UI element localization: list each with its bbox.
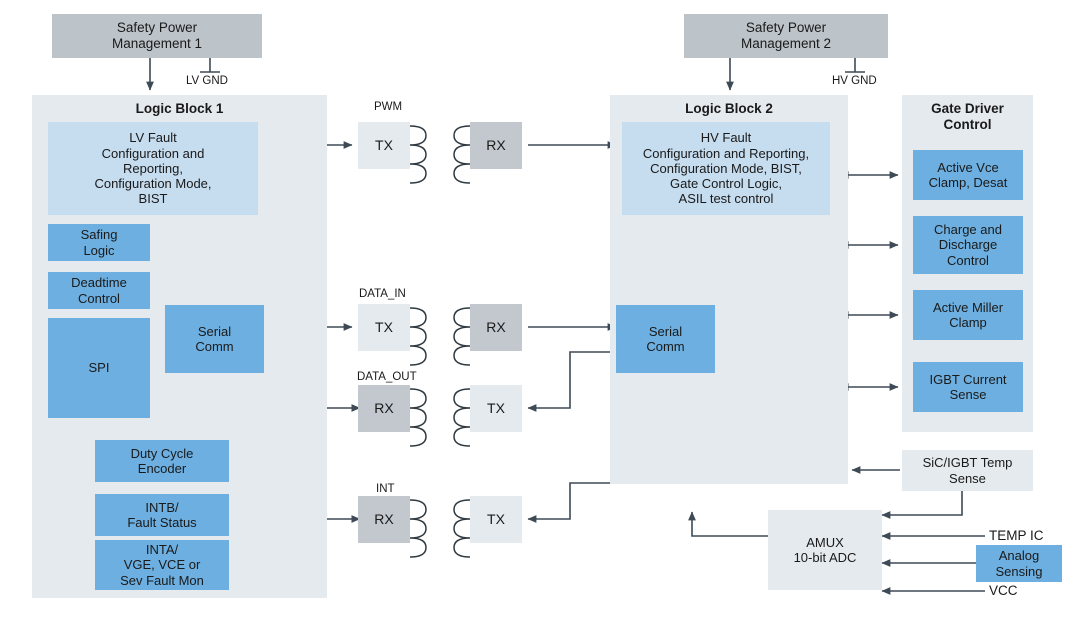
serial-comm-hv-block: Serial Comm	[616, 305, 715, 373]
duty-cycle-encoder-block: Duty Cycle Encoder	[95, 440, 229, 482]
int-rx-block: RX	[358, 496, 410, 543]
pwm-signal-label: PWM	[374, 101, 403, 113]
block-diagram-canvas: Safety Power Management 1 LV GND Logic B…	[0, 0, 1067, 640]
data-out-rx-block: RX	[358, 385, 410, 432]
safing-logic-block: Safing Logic	[48, 224, 150, 261]
int-signal-label: INT	[376, 483, 395, 495]
data-in-rx-block: RX	[470, 304, 522, 351]
intb-fault-status-block: INTB/ Fault Status	[95, 494, 229, 536]
lv-gnd-label: LV GND	[186, 75, 228, 87]
gate-driver-control-title: Gate Driver Control	[931, 101, 1004, 132]
pwm-rx-block: RX	[470, 122, 522, 169]
data-in-tx-block: TX	[358, 304, 410, 351]
safety-power-management-1: Safety Power Management 1	[52, 14, 262, 58]
igbt-current-sense-block: IGBT Current Sense	[913, 362, 1023, 412]
active-vce-clamp-desat-block: Active Vce Clamp, Desat	[913, 150, 1023, 200]
active-miller-clamp-block: Active Miller Clamp	[913, 290, 1023, 340]
safety-power-management-2: Safety Power Management 2	[684, 14, 888, 58]
hv-gnd-label: HV GND	[832, 75, 877, 87]
vcc-label: VCC	[989, 583, 1018, 598]
charge-discharge-control-block: Charge and Discharge Control	[913, 216, 1023, 274]
spi-block: SPI	[48, 318, 150, 418]
logic-block-1-title: Logic Block 1	[135, 101, 224, 116]
amux-adc-block: AMUX 10-bit ADC	[768, 510, 882, 590]
hv-fault-block: HV Fault Configuration and Reporting, Co…	[622, 122, 830, 215]
analog-sensing-block: Analog Sensing	[976, 545, 1062, 582]
data-out-signal-label: DATA_OUT	[357, 371, 417, 383]
serial-comm-lv-block: Serial Comm	[165, 305, 264, 373]
deadtime-control-block: Deadtime Control	[48, 272, 150, 309]
inta-fault-mon-block: INTA/ VGE, VCE or Sev Fault Mon	[95, 540, 229, 590]
int-tx-block: TX	[470, 496, 522, 543]
data-out-tx-block: TX	[470, 385, 522, 432]
logic-block-2-title: Logic Block 2	[685, 101, 773, 116]
temp-ic-label: TEMP IC	[989, 528, 1044, 543]
sic-igbt-temp-sense-block: SiC/IGBT Temp Sense	[902, 450, 1033, 491]
lv-fault-block: LV Fault Configuration and Reporting, Co…	[48, 122, 258, 215]
pwm-tx-block: TX	[358, 122, 410, 169]
data-in-signal-label: DATA_IN	[359, 288, 406, 300]
